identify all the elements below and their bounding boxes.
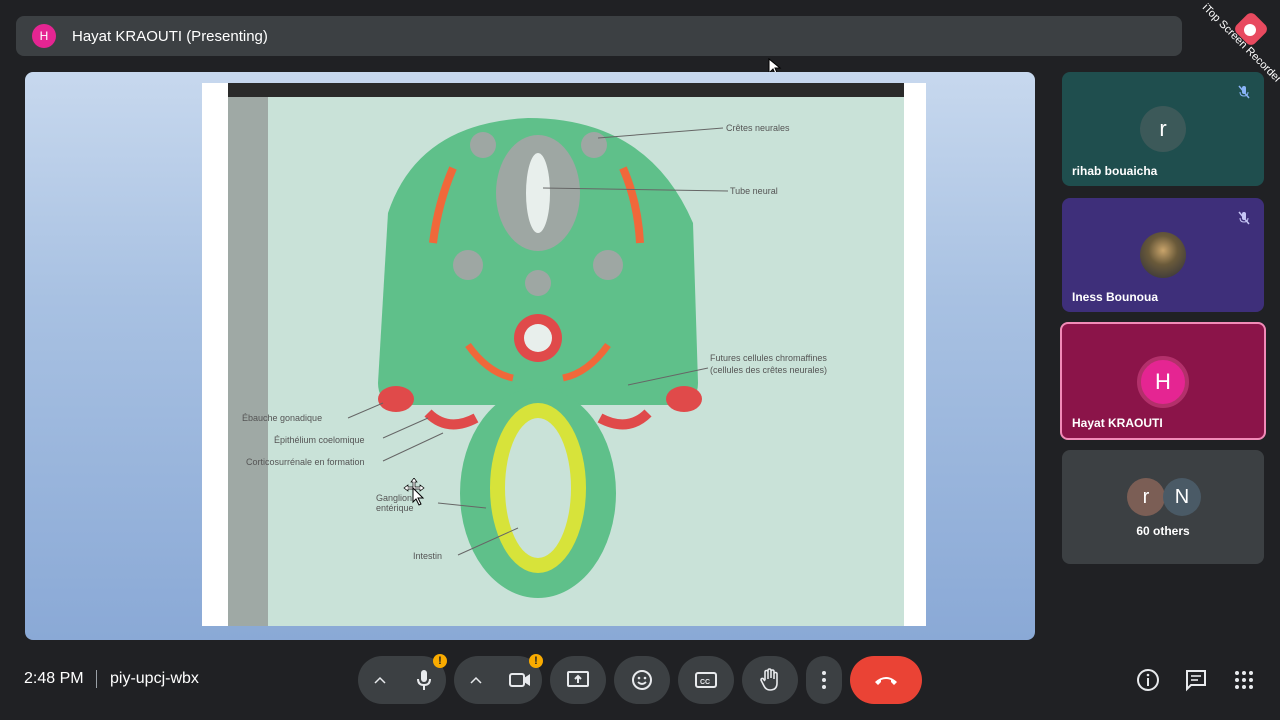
chat-button[interactable] [1182,666,1210,694]
video-camera-icon [509,673,530,687]
participant-name: Hayat KRAOUTI [1072,416,1163,430]
label-gonad: Ébauche gonadique [242,413,323,423]
participant-avatar: r [1140,106,1186,152]
participant-name: Iness Bounoua [1072,290,1159,304]
participant-avatar-photo [1140,232,1186,278]
label-neural-crests: Crêtes neurales [726,123,790,133]
participant-avatar: H [1137,356,1189,408]
captions-icon: CC [695,672,717,688]
chevron-up-icon [470,676,482,684]
leave-call-button[interactable] [850,656,922,704]
mic-warning-icon: ! [433,654,447,668]
participant-tile[interactable]: Iness Bounoua [1062,198,1264,312]
chat-icon [1186,670,1206,692]
participant-tile-active-speaker[interactable]: H Hayat KRAOUTI [1060,322,1266,440]
chevron-up-icon [374,676,386,684]
raise-hand-button[interactable] [742,656,798,704]
bottom-bar: 2:48 PM piy-upcj-wbx ! ! CC [0,648,1280,720]
meeting-details-button[interactable] [1134,666,1162,694]
info-icon [1137,669,1159,691]
participant-name: rihab bouaicha [1072,164,1158,178]
presenter-bar: H Hayat KRAOUTI (Presenting) [16,16,1182,56]
camera-control-group: ! [454,654,543,704]
divider [96,670,97,688]
label-chromaffin-1: Futures cellules chromaffines [710,353,827,363]
camera-warning-icon: ! [529,654,543,668]
mic-off-icon [1238,85,1250,99]
presenter-avatar: H [32,24,56,48]
emoji-icon [632,670,652,690]
slide-projection: Crêtes neurales Tube neural Futures cell… [228,83,904,626]
mic-off-icon [1238,211,1250,225]
others-tile[interactable]: r N 60 others [1062,450,1264,564]
others-avatar: r [1127,478,1165,516]
present-screen-button[interactable] [550,656,606,704]
participant-tile[interactable]: r rihab bouaicha [1062,72,1264,186]
end-call-icon [875,677,897,685]
meeting-time: 2:48 PM [24,670,84,687]
label-neural-tube: Tube neural [730,186,778,196]
microphone-icon [417,670,431,690]
captions-button[interactable]: CC [678,656,734,704]
label-chromaffin-2: (cellules des crêtes neurales) [710,365,828,375]
meeting-code: piy-upcj-wbx [110,670,199,687]
label-adrenal-cortex: Corticosurrénale en formation [246,457,365,467]
slide: Crêtes neurales Tube neural Futures cell… [202,83,926,626]
more-vert-icon [822,671,826,689]
audio-options-button[interactable] [358,656,402,704]
svg-text:CC: CC [700,679,710,686]
move-cursor-icon [403,478,425,506]
apps-grid-icon [1235,671,1253,689]
presenter-title: Hayat KRAOUTI (Presenting) [72,27,268,45]
label-coelomic-epithelium: Épithélium coelomique [274,435,365,445]
label-intestine: Intestin [413,551,443,561]
others-avatar: N [1163,478,1201,516]
mic-control-group: ! [358,654,447,704]
video-options-button[interactable] [454,656,498,704]
reactions-button[interactable] [614,656,670,704]
more-options-button[interactable] [806,656,842,704]
presentation-stage: Crêtes neurales Tube neural Futures cell… [25,72,1035,640]
raise-hand-icon [760,668,778,691]
activities-button[interactable] [1230,666,1258,694]
present-screen-icon [567,671,589,687]
others-count: 60 others [1136,524,1190,538]
